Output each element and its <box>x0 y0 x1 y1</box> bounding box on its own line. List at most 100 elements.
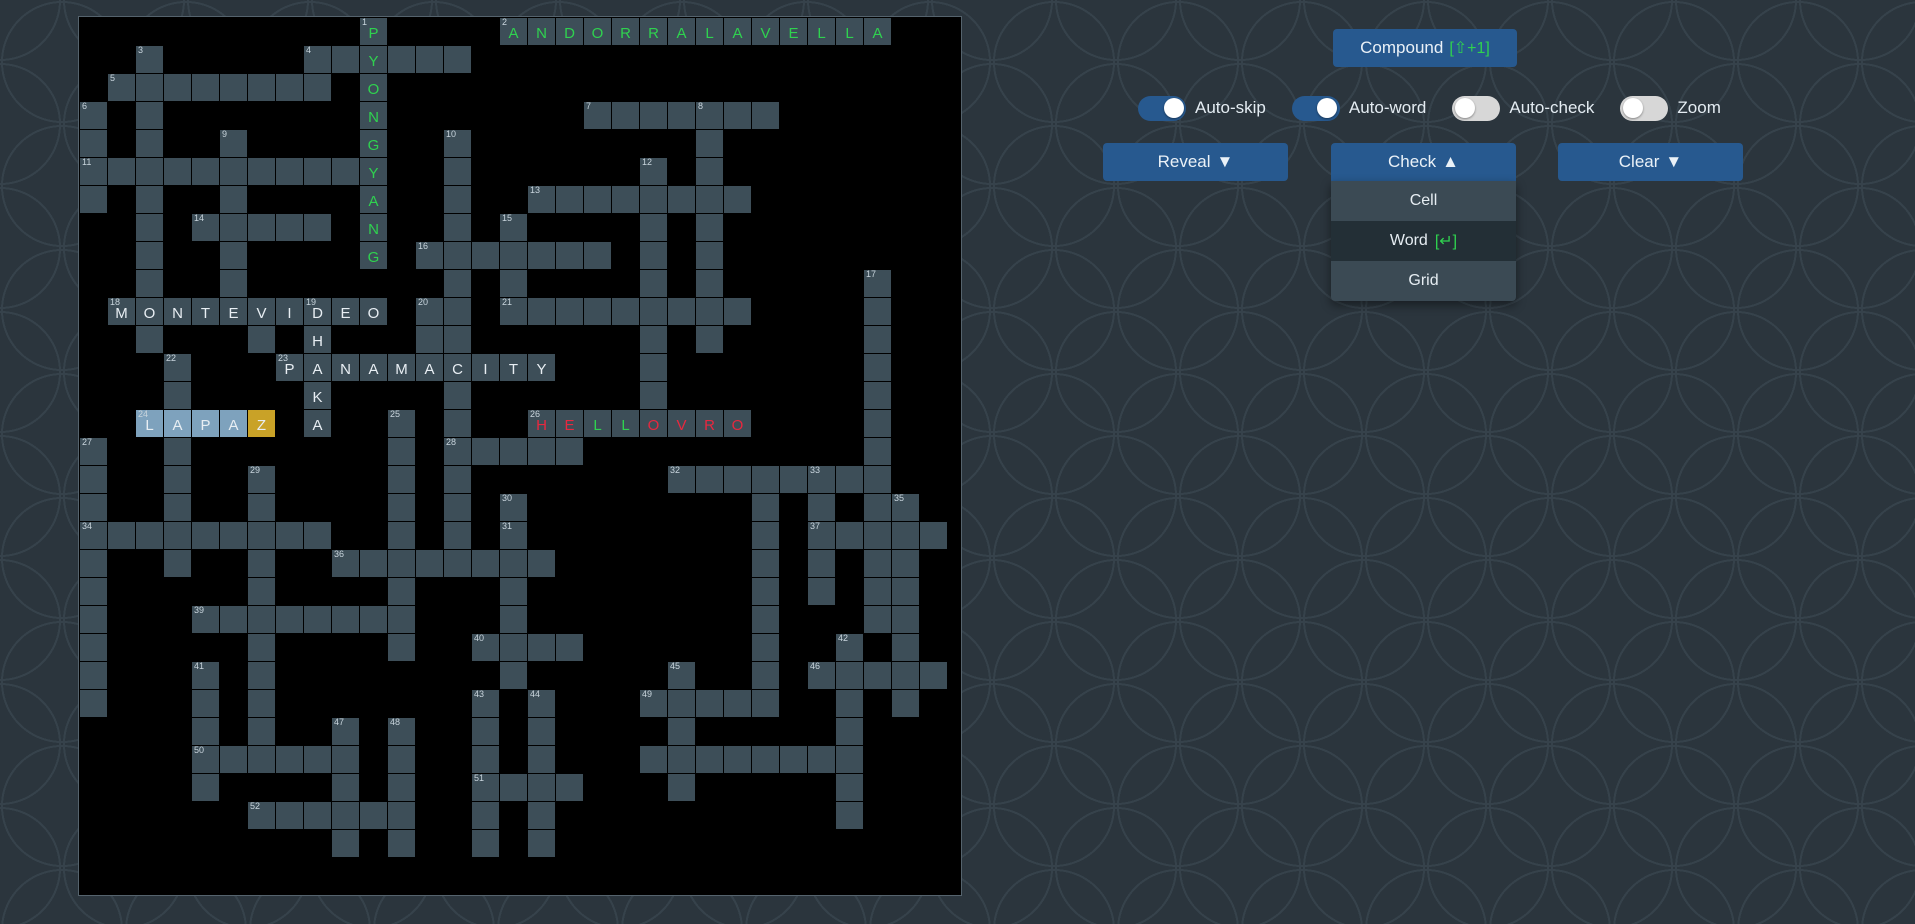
grid-cell[interactable] <box>863 437 892 466</box>
grid-cell[interactable] <box>863 605 892 634</box>
grid-cell[interactable] <box>191 689 220 718</box>
grid-cell[interactable] <box>443 493 472 522</box>
grid-cell[interactable] <box>751 577 780 606</box>
grid-cell[interactable]: 45 <box>667 661 696 690</box>
grid-cell[interactable] <box>79 549 108 578</box>
grid-cell[interactable]: 23 P <box>275 353 304 382</box>
grid-cell[interactable] <box>639 101 668 130</box>
grid-cell[interactable]: 49 <box>639 689 668 718</box>
grid-cell[interactable] <box>443 213 472 242</box>
grid-cell[interactable] <box>387 521 416 550</box>
grid-cell[interactable] <box>835 521 864 550</box>
grid-cell[interactable] <box>667 101 696 130</box>
grid-cell[interactable] <box>219 269 248 298</box>
toggle-auto-word[interactable] <box>1291 95 1340 121</box>
grid-cell[interactable] <box>191 717 220 746</box>
grid-cell[interactable] <box>723 185 752 214</box>
grid-cell[interactable] <box>79 465 108 494</box>
grid-cell[interactable] <box>471 549 500 578</box>
grid-cell[interactable] <box>163 549 192 578</box>
grid-cell[interactable] <box>751 521 780 550</box>
grid-cell[interactable]: 6 <box>79 101 108 130</box>
grid-cell[interactable] <box>751 745 780 774</box>
grid-cell[interactable]: N <box>331 353 360 382</box>
grid-cell[interactable] <box>695 689 724 718</box>
grid-cell[interactable] <box>359 801 388 830</box>
grid-cell[interactable]: 12 <box>639 157 668 186</box>
grid-cell[interactable] <box>415 325 444 354</box>
grid-cell[interactable] <box>247 633 276 662</box>
grid-cell[interactable] <box>499 269 528 298</box>
toggle-auto-skip[interactable] <box>1138 95 1186 121</box>
grid-cell[interactable]: A <box>863 17 892 46</box>
grid-cell[interactable] <box>639 297 668 326</box>
grid-cell[interactable] <box>387 437 416 466</box>
grid-cell[interactable] <box>219 73 248 102</box>
grid-cell[interactable] <box>415 549 444 578</box>
grid-cell[interactable] <box>331 773 360 802</box>
grid-cell[interactable] <box>471 745 500 774</box>
grid-cell[interactable]: O <box>359 297 388 326</box>
grid-cell[interactable] <box>443 297 472 326</box>
grid-cell[interactable] <box>723 297 752 326</box>
grid-cell[interactable] <box>275 521 304 550</box>
grid-cell[interactable] <box>863 577 892 606</box>
grid-cell[interactable]: L <box>835 17 864 46</box>
grid-cell[interactable] <box>499 241 528 270</box>
grid-cell[interactable] <box>471 437 500 466</box>
grid-cell[interactable]: 22 <box>163 353 192 382</box>
grid-cell[interactable]: V <box>667 409 696 438</box>
grid-cell[interactable] <box>723 101 752 130</box>
grid-cell[interactable]: 25 <box>387 409 416 438</box>
clear-button[interactable]: Clear ▼ <box>1558 143 1743 181</box>
grid-cell[interactable] <box>387 577 416 606</box>
grid-cell[interactable] <box>527 633 556 662</box>
grid-cell[interactable] <box>835 745 864 774</box>
grid-cell[interactable]: 33 <box>807 465 836 494</box>
grid-cell[interactable]: H <box>303 325 332 354</box>
grid-cell[interactable]: L <box>695 17 724 46</box>
grid-cell[interactable]: 28 <box>443 437 472 466</box>
grid-cell[interactable] <box>555 241 584 270</box>
grid-cell[interactable]: 8 <box>695 101 724 130</box>
grid-cell[interactable] <box>79 185 108 214</box>
grid-cell[interactable] <box>919 521 948 550</box>
grid-cell[interactable] <box>135 325 164 354</box>
grid-cell[interactable]: I <box>275 297 304 326</box>
grid-cell[interactable]: L <box>807 17 836 46</box>
grid-cell[interactable] <box>163 465 192 494</box>
grid-cell[interactable] <box>583 185 612 214</box>
grid-cell[interactable] <box>639 269 668 298</box>
grid-cell[interactable] <box>611 101 640 130</box>
grid-cell[interactable] <box>695 129 724 158</box>
grid-cell[interactable] <box>471 241 500 270</box>
grid-cell[interactable] <box>555 437 584 466</box>
grid-cell[interactable] <box>891 605 920 634</box>
grid-cell[interactable] <box>555 185 584 214</box>
grid-cell[interactable] <box>247 717 276 746</box>
compound-button[interactable]: Compound [⇧+1] <box>1333 29 1517 67</box>
grid-cell[interactable] <box>443 157 472 186</box>
grid-cell[interactable] <box>527 773 556 802</box>
grid-cell[interactable] <box>779 465 808 494</box>
grid-cell[interactable]: O <box>583 17 612 46</box>
grid-cell[interactable] <box>331 745 360 774</box>
grid-cell[interactable] <box>863 465 892 494</box>
grid-cell[interactable]: 17 <box>863 269 892 298</box>
grid-cell[interactable] <box>527 549 556 578</box>
grid-cell[interactable] <box>135 521 164 550</box>
grid-cell[interactable]: T <box>191 297 220 326</box>
grid-cell[interactable]: 42 <box>835 633 864 662</box>
grid-cell[interactable]: A <box>667 17 696 46</box>
grid-cell[interactable] <box>835 801 864 830</box>
grid-cell[interactable] <box>247 577 276 606</box>
grid-cell[interactable] <box>247 213 276 242</box>
grid-cell[interactable] <box>387 773 416 802</box>
grid-cell[interactable] <box>807 745 836 774</box>
grid-cell[interactable] <box>891 661 920 690</box>
grid-cell[interactable]: 43 <box>471 689 500 718</box>
grid-cell[interactable] <box>247 493 276 522</box>
grid-cell[interactable] <box>79 689 108 718</box>
grid-cell[interactable] <box>219 521 248 550</box>
grid-cell[interactable]: 13 <box>527 185 556 214</box>
